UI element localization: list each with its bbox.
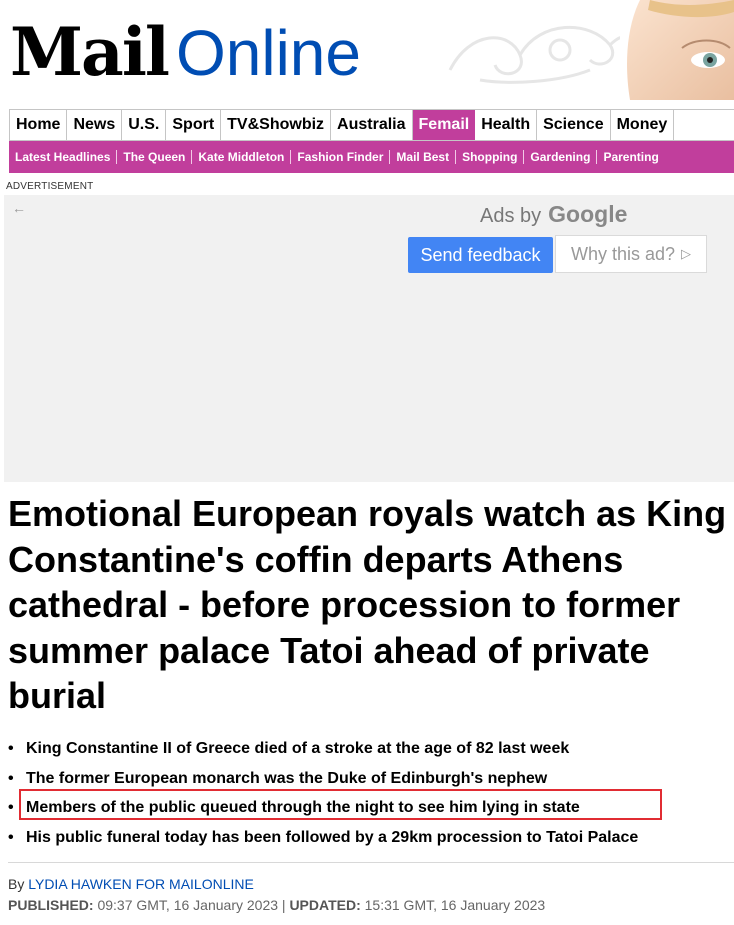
subnav-item-the-queen[interactable]: The Queen [117,150,193,164]
back-arrow-icon[interactable]: ← [12,200,26,216]
ads-by-google: Ads by Google [480,201,627,228]
subnav-item-gardening[interactable]: Gardening [524,150,598,164]
logo-mail-text: Mail [10,13,170,91]
ads-by-text: Ads by [480,205,542,227]
article-headline: Emotional European royals watch as King … [8,493,727,716]
subnav-item-fashion-finder[interactable]: Fashion Finder [291,150,391,164]
subnav-item-parenting[interactable]: Parenting [597,150,664,164]
adchoices-play-icon: ▷ [681,246,692,261]
date-separator: | [281,897,286,913]
subnav-item-mail-best[interactable]: Mail Best [390,150,457,164]
send-feedback-button[interactable]: Send feedback [408,237,553,273]
femail-sub-navigation: Latest Headlines The Queen Kate Middleto… [9,141,734,173]
author-link[interactable]: LYDIA HAWKEN FOR MAILONLINE [28,876,254,892]
google-wordmark: Google [548,201,628,227]
subnav-item-shopping[interactable]: Shopping [456,150,525,164]
updated-date: 15:31 GMT, 16 January 2023 [364,897,546,913]
nav-item-health[interactable]: Health [475,110,538,140]
nav-item-science[interactable]: Science [537,110,611,140]
nav-item-news[interactable]: News [67,110,123,140]
byline-divider [8,862,734,863]
published-date: 09:37 GMT, 16 January 2023 [97,897,279,913]
subnav-item-kate-middleton[interactable]: Kate Middleton [192,150,292,164]
advertisement-label: ADVERTISEMENT [6,181,94,192]
model-face-image [620,0,734,100]
nav-item-money[interactable]: Money [611,110,675,140]
nav-item-sport[interactable]: Sport [166,110,222,140]
summary-bullet: King Constantine II of Greece died of a … [8,734,732,764]
advertisement-slot: ← Ads by Google Send feedback Why this a… [4,195,734,482]
summary-bullet: His public funeral today has been follow… [8,823,732,853]
highlight-annotation-box [19,789,662,820]
updated-label: UPDATED: [289,897,361,913]
nav-item-home[interactable]: Home [10,110,68,140]
nav-item-australia[interactable]: Australia [331,110,413,140]
primary-navigation: Home News U.S. Sport TV&Showbiz Australi… [9,109,734,141]
nav-item-tv-showbiz[interactable]: TV&Showbiz [221,110,332,140]
why-this-ad-label: Why this ad? [570,243,676,264]
logo-online-text: Online [175,17,361,89]
article-byline: By LYDIA HAWKEN FOR MAILONLINE [8,876,254,892]
article-dates: PUBLISHED: 09:37 GMT, 16 January 2023 | … [8,897,545,913]
mailonline-logo[interactable]: Mail Online [10,5,361,85]
byline-prefix: By [8,876,25,892]
published-label: PUBLISHED: [8,897,94,913]
nav-item-us[interactable]: U.S. [122,110,167,140]
masthead: Mail Online [0,0,734,100]
why-this-ad-button[interactable]: Why this ad? ▷ [555,235,707,273]
decorative-swirl-graphic [448,25,647,84]
subnav-item-latest-headlines[interactable]: Latest Headlines [9,150,118,164]
nav-item-femail[interactable]: Femail [412,110,476,140]
